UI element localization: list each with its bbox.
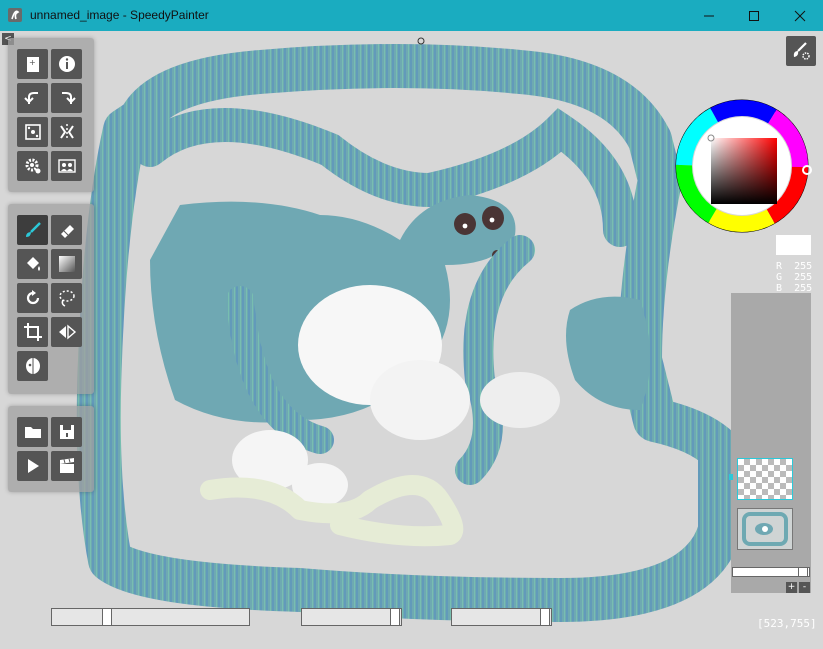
- undo-icon[interactable]: [17, 83, 48, 113]
- brush-icon[interactable]: [17, 215, 48, 245]
- eraser-icon[interactable]: [51, 215, 82, 245]
- reference-icon[interactable]: [51, 151, 82, 181]
- paint-tools-panel: [8, 204, 94, 394]
- mask-icon[interactable]: [17, 351, 48, 381]
- redo-icon[interactable]: [51, 83, 82, 113]
- current-color-swatch[interactable]: [776, 235, 811, 255]
- close-button[interactable]: [777, 0, 823, 31]
- crop-icon[interactable]: [17, 317, 48, 347]
- app-logo-icon: [7, 7, 23, 23]
- brush-opacity-slider[interactable]: [301, 608, 402, 626]
- layer-thumbnail-top[interactable]: [737, 458, 793, 500]
- brush-flow-thumb[interactable]: [540, 608, 550, 626]
- drawing-canvas[interactable]: [0, 31, 823, 649]
- add-layer-button[interactable]: +: [786, 582, 797, 593]
- mirror-icon[interactable]: [51, 117, 82, 147]
- rgb-g: G 255: [776, 272, 813, 283]
- cursor-coordinates: [523,755]: [757, 617, 817, 630]
- maximize-button[interactable]: [731, 0, 777, 31]
- io-tools-panel: [8, 406, 94, 492]
- layer-thumbnail-bottom[interactable]: [737, 508, 793, 550]
- artwork: [0, 31, 823, 649]
- layer-active-marker: [729, 474, 733, 480]
- remove-layer-button[interactable]: -: [799, 582, 810, 593]
- fill-icon[interactable]: [17, 249, 48, 279]
- file-tools-panel: +: [8, 38, 94, 192]
- brush-settings-button[interactable]: [786, 36, 816, 66]
- new-image-icon[interactable]: +: [17, 49, 48, 79]
- canvas-size-icon[interactable]: [17, 117, 48, 147]
- rgb-r: R 255: [776, 261, 813, 272]
- lasso-icon[interactable]: [51, 283, 82, 313]
- minimize-button[interactable]: [686, 0, 732, 31]
- brush-settings-icon: [793, 42, 810, 60]
- record-icon[interactable]: [51, 451, 82, 481]
- save-icon[interactable]: [51, 417, 82, 447]
- info-icon[interactable]: [51, 49, 82, 79]
- symmetry-icon[interactable]: [51, 317, 82, 347]
- layer-opacity-slider[interactable]: [732, 567, 810, 577]
- svg-text:+: +: [29, 58, 36, 67]
- play-icon[interactable]: [17, 451, 48, 481]
- open-folder-icon[interactable]: [17, 417, 48, 447]
- gradient-icon[interactable]: [51, 249, 82, 279]
- title-bar: unnamed_image - SpeedyPainter: [0, 0, 823, 31]
- rotate-icon[interactable]: [17, 283, 48, 313]
- window-title: unnamed_image - SpeedyPainter: [30, 8, 209, 22]
- brush-flow-slider[interactable]: [451, 608, 552, 626]
- gear-icon[interactable]: [17, 151, 48, 181]
- brush-size-thumb[interactable]: [102, 608, 112, 626]
- brush-opacity-thumb[interactable]: [390, 608, 400, 626]
- brush-size-slider[interactable]: [51, 608, 250, 626]
